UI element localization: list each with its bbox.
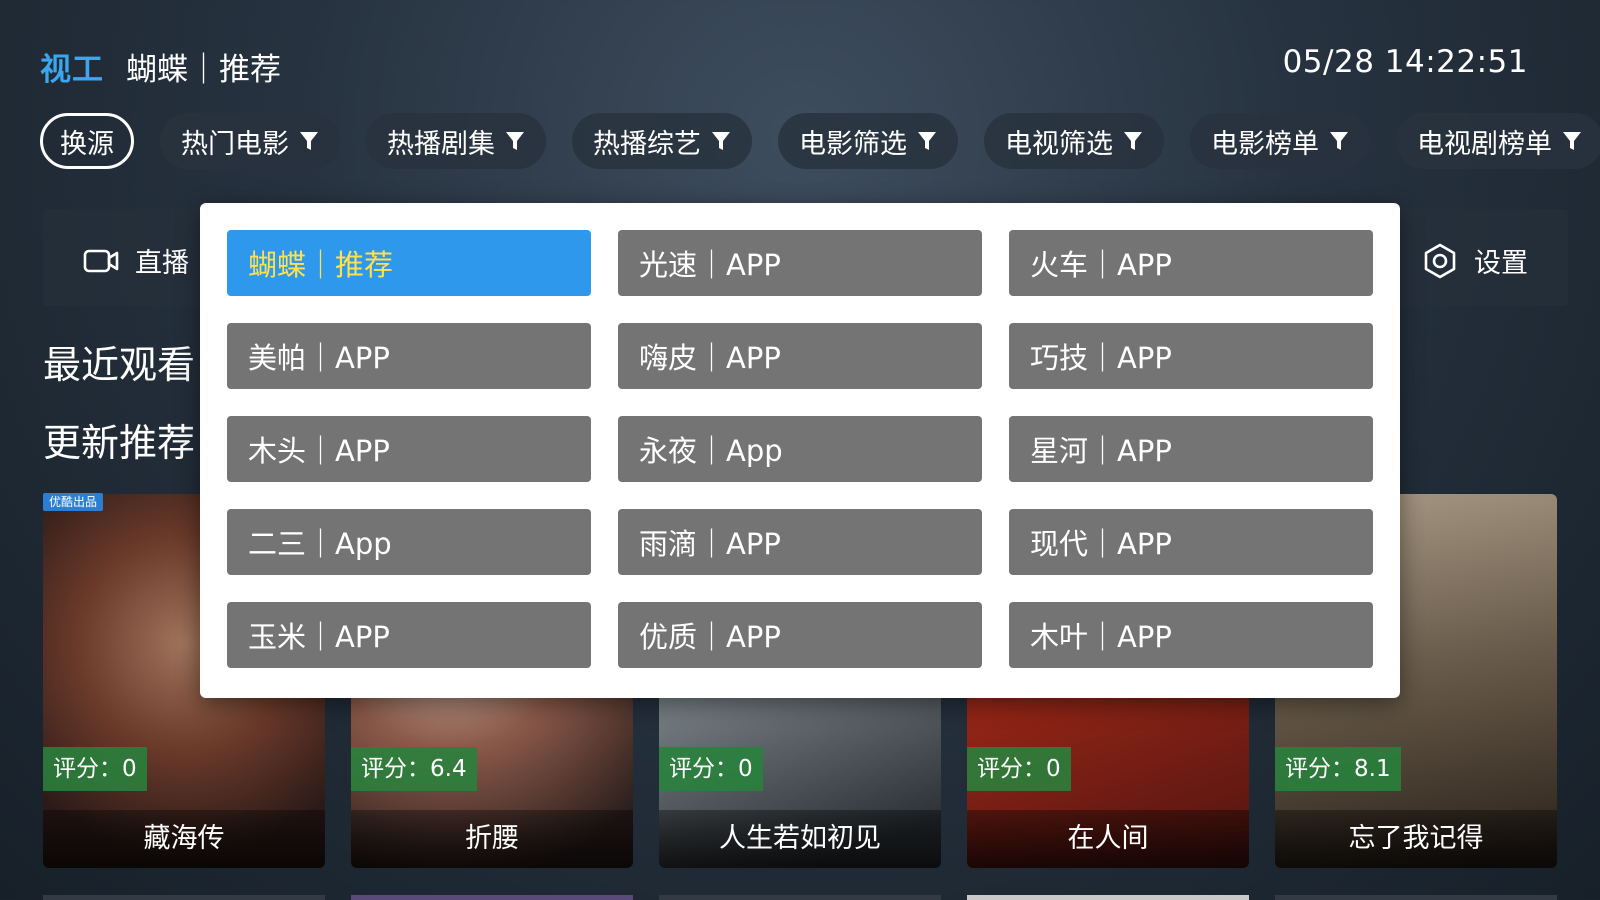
source-option[interactable]: 永夜｜App [618, 416, 982, 482]
source-option[interactable]: 木叶｜APP [1009, 602, 1373, 668]
tab-hot-movies[interactable]: 热门电影 [160, 113, 340, 169]
rating-label: 评分：6.4 [351, 747, 477, 791]
rating-label: 评分：0 [43, 747, 147, 791]
source-option[interactable]: 星河｜APP [1009, 416, 1373, 482]
source-option[interactable]: 二三｜App [227, 509, 591, 575]
tab-hot-variety[interactable]: 热播综艺 [572, 113, 752, 169]
card-title: 人生若如初见 [659, 810, 941, 868]
source-selector-dialog: 蝴蝶｜推荐 光速｜APP 火车｜APP 美帕｜APP 嗨皮｜APP 巧技｜APP… [200, 203, 1400, 698]
current-source-title: 蝴蝶｜推荐 [126, 51, 281, 88]
card-title: 藏海传 [43, 810, 325, 868]
rating-label: 评分：8.1 [1275, 747, 1401, 791]
tab-label: 电视剧榜单 [1417, 128, 1552, 160]
card-title: 忘了我记得 [1275, 810, 1557, 868]
rating-label: 评分：0 [659, 747, 763, 791]
filter-icon [506, 132, 524, 150]
youku-badge: 优酷出品 [43, 493, 104, 511]
filter-icon [712, 132, 730, 150]
switch-source-button[interactable]: 换源 [40, 113, 134, 169]
card-title: 折腰 [351, 810, 633, 868]
source-option[interactable]: 巧技｜APP [1009, 323, 1373, 389]
source-option[interactable]: 木头｜APP [227, 416, 591, 482]
card-title: 在人间 [967, 810, 1249, 868]
tab-label: 热门电影 [181, 128, 289, 160]
filter-icon [1124, 132, 1142, 150]
app-logo: 视工 [40, 51, 104, 88]
source-option[interactable]: 火车｜APP [1009, 230, 1373, 296]
media-card-partial[interactable] [967, 895, 1249, 900]
source-grid: 蝴蝶｜推荐 光速｜APP 火车｜APP 美帕｜APP 嗨皮｜APP 巧技｜APP… [227, 230, 1373, 668]
tab-label: 电影筛选 [799, 128, 907, 160]
filter-icon [918, 132, 936, 150]
tab-label: 热播综艺 [593, 128, 701, 160]
tab-tv-filter[interactable]: 电视筛选 [984, 113, 1164, 169]
filter-icon [1330, 132, 1348, 150]
media-card-partial[interactable] [351, 895, 633, 900]
settings-label: 设置 [1474, 248, 1528, 279]
source-option[interactable]: 雨滴｜APP [618, 509, 982, 575]
source-option[interactable]: 光速｜APP [618, 230, 982, 296]
media-card-partial[interactable] [43, 895, 325, 900]
tab-label: 电影榜单 [1211, 128, 1319, 160]
recent-watch-heading: 最近观看 [43, 343, 196, 387]
source-option[interactable]: 嗨皮｜APP [618, 323, 982, 389]
video-camera-icon [83, 249, 119, 272]
media-card-partial[interactable] [1275, 895, 1557, 900]
clock: 05/28 14:22:51 [1282, 44, 1528, 80]
source-option[interactable]: 优质｜APP [618, 602, 982, 668]
source-option[interactable]: 玉米｜APP [227, 602, 591, 668]
settings-button[interactable]: 设置 [1422, 241, 1528, 280]
tab-movie-rankings[interactable]: 电影榜单 [1190, 113, 1370, 169]
media-card-partial[interactable] [659, 895, 941, 900]
recommended-updates-heading: 更新推荐 [43, 421, 196, 465]
source-option[interactable]: 美帕｜APP [227, 323, 591, 389]
live-button[interactable]: 直播 [83, 241, 189, 280]
gear-icon [1424, 243, 1456, 278]
live-label: 直播 [135, 248, 189, 279]
category-tabs: 换源 热门电影 热播剧集 热播综艺 电影筛选 电视筛选 电影榜单 电视剧榜单 [40, 113, 1600, 169]
tab-label: 热播剧集 [387, 128, 495, 160]
filter-icon [1563, 132, 1581, 150]
source-option[interactable]: 蝴蝶｜推荐 [227, 230, 591, 296]
header: 视工 蝴蝶｜推荐 [40, 44, 281, 88]
tab-label: 换源 [60, 128, 114, 160]
tab-hot-series[interactable]: 热播剧集 [366, 113, 546, 169]
tab-movie-filter[interactable]: 电影筛选 [778, 113, 958, 169]
filter-icon [300, 132, 318, 150]
tab-tv-rankings[interactable]: 电视剧榜单 [1396, 113, 1600, 169]
rating-label: 评分：0 [967, 747, 1071, 791]
source-option[interactable]: 现代｜APP [1009, 509, 1373, 575]
tab-label: 电视筛选 [1005, 128, 1113, 160]
